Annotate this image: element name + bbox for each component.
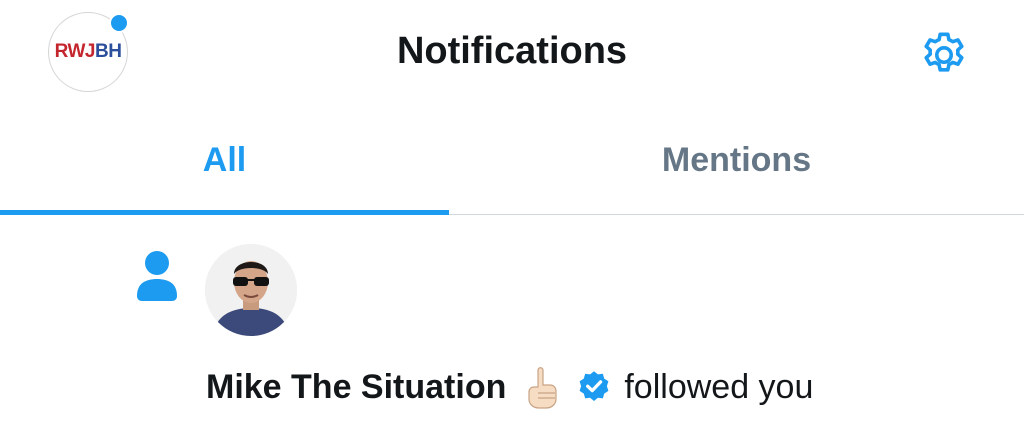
notification-item[interactable]: Mike The Situation followed you: [0, 216, 1024, 430]
settings-button[interactable]: [912, 23, 976, 87]
header: RWJ BH Notifications: [0, 0, 1024, 105]
notification-action-text: followed you: [624, 367, 814, 406]
person-icon: [137, 251, 177, 301]
index-pointing-up-emoji: [528, 367, 557, 409]
gear-icon: [924, 32, 964, 72]
notifications-screen: RWJ BH Notifications All Mentions Mike T…: [0, 0, 1024, 430]
follower-avatar[interactable]: [205, 244, 297, 336]
notification-tabs: All Mentions: [0, 108, 1024, 216]
avatar-image: [205, 244, 297, 336]
page-title: Notifications: [396, 30, 628, 72]
tabs-divider: [449, 214, 1024, 215]
notification-text: Mike The Situation followed you: [206, 362, 813, 412]
verified-badge-icon: [579, 371, 609, 401]
user-name-link[interactable]: Mike The Situation: [206, 368, 506, 407]
tab-mentions[interactable]: Mentions: [449, 108, 1024, 212]
tab-all[interactable]: All: [0, 108, 449, 212]
active-tab-indicator: [0, 210, 449, 215]
